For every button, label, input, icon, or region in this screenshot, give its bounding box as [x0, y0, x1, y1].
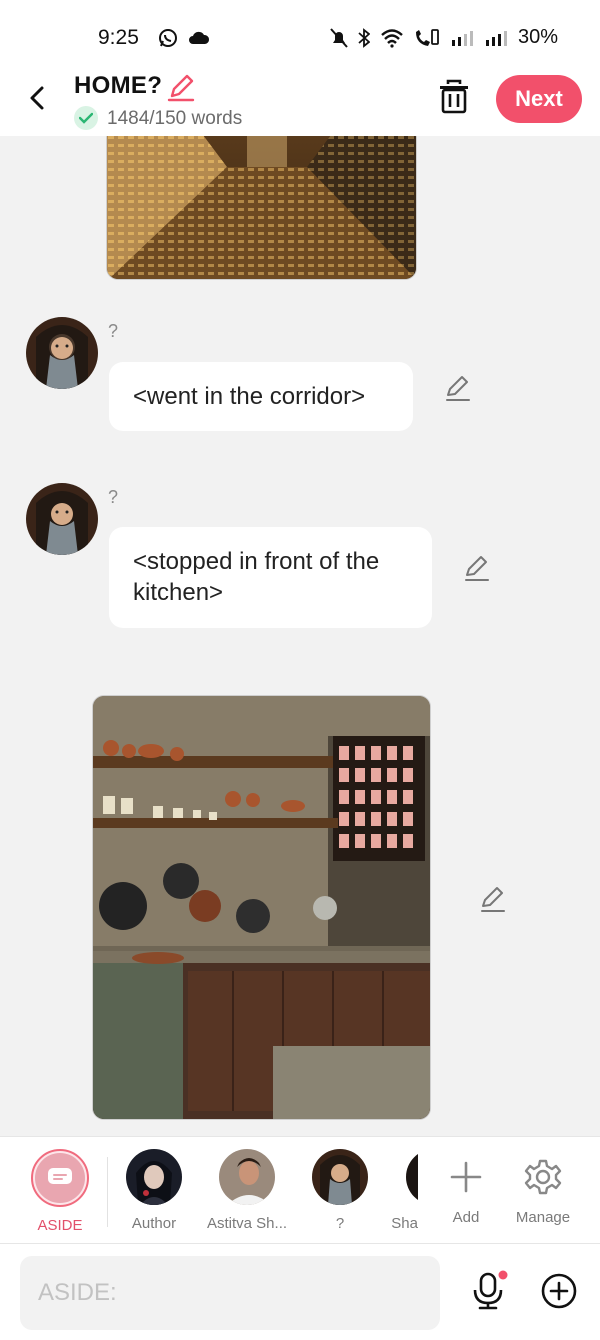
- edit-title-icon[interactable]: [166, 72, 196, 102]
- character-label: Sha: [391, 1215, 418, 1232]
- wifi-icon: [381, 28, 403, 48]
- add-circle-icon[interactable]: [540, 1272, 578, 1310]
- next-button[interactable]: Next: [496, 75, 582, 123]
- character-label: Astitva Sh...: [207, 1215, 288, 1232]
- character-aside[interactable]: ASIDE: [20, 1149, 100, 1234]
- gear-icon: [524, 1159, 562, 1195]
- plus-icon: [450, 1161, 482, 1193]
- avatar: [406, 1149, 418, 1205]
- whatsapp-icon: [159, 29, 177, 47]
- page-title: HOME?: [74, 72, 163, 99]
- avatar[interactable]: [26, 483, 98, 555]
- word-count: 1484/150 words: [107, 108, 243, 129]
- call-icon: [415, 28, 439, 46]
- character-label: Add: [452, 1209, 480, 1226]
- character-bar: ASIDE Author Astitva Sh... ? Sha Add Man…: [0, 1136, 600, 1244]
- character-label: ASIDE: [37, 1217, 83, 1234]
- battery-text: 30%: [517, 26, 558, 48]
- message-input[interactable]: [20, 1256, 440, 1330]
- check-icon: [74, 106, 98, 130]
- edit-message-icon[interactable]: [479, 886, 507, 914]
- status-time: 9:25: [98, 26, 139, 49]
- app-header: HOME? 1484/150 words Next: [0, 70, 600, 136]
- back-arrow-icon[interactable]: [24, 80, 52, 116]
- character-label: Author: [131, 1215, 177, 1232]
- speaker-name: ?: [108, 487, 119, 507]
- status-bar: 9:25 30%: [0, 0, 600, 70]
- manage-characters-button[interactable]: Manage: [503, 1149, 583, 1226]
- edit-message-icon[interactable]: [463, 555, 491, 583]
- message-bubble[interactable]: <stopped in front of the kitchen>: [109, 527, 432, 628]
- edit-message-icon[interactable]: [444, 375, 472, 403]
- cloud-icon: [189, 31, 210, 44]
- avatar[interactable]: [26, 317, 98, 389]
- character-astitva[interactable]: Astitva Sh...: [207, 1149, 287, 1232]
- microphone-icon[interactable]: [470, 1270, 508, 1310]
- message-bubble[interactable]: <went in the corridor>: [109, 362, 413, 431]
- kitchen-image[interactable]: [92, 695, 431, 1120]
- speaker-name: ?: [108, 321, 119, 341]
- signal-icon: [451, 30, 473, 46]
- divider: [107, 1157, 108, 1227]
- avatar: [312, 1149, 368, 1205]
- trash-icon[interactable]: [437, 78, 471, 114]
- message-text: <went in the corridor>: [133, 383, 366, 410]
- character-sha[interactable]: Sha: [366, 1149, 418, 1232]
- message-text: <stopped in front of the kitchen>: [133, 548, 380, 606]
- character-label: Manage: [515, 1209, 571, 1226]
- avatar: [126, 1149, 182, 1205]
- add-character-button[interactable]: Add: [426, 1149, 506, 1226]
- signal-icon: [485, 30, 507, 46]
- composer: [0, 1244, 600, 1340]
- chat-bubble-icon: [35, 1153, 85, 1203]
- mute-icon: [330, 27, 348, 48]
- corridor-image[interactable]: [106, 136, 417, 280]
- avatar: [219, 1149, 275, 1205]
- chat-area[interactable]: ? <went in the corridor> ? <stopped in f…: [0, 136, 600, 1136]
- character-author[interactable]: Author: [114, 1149, 194, 1232]
- bluetooth-icon: [358, 27, 370, 48]
